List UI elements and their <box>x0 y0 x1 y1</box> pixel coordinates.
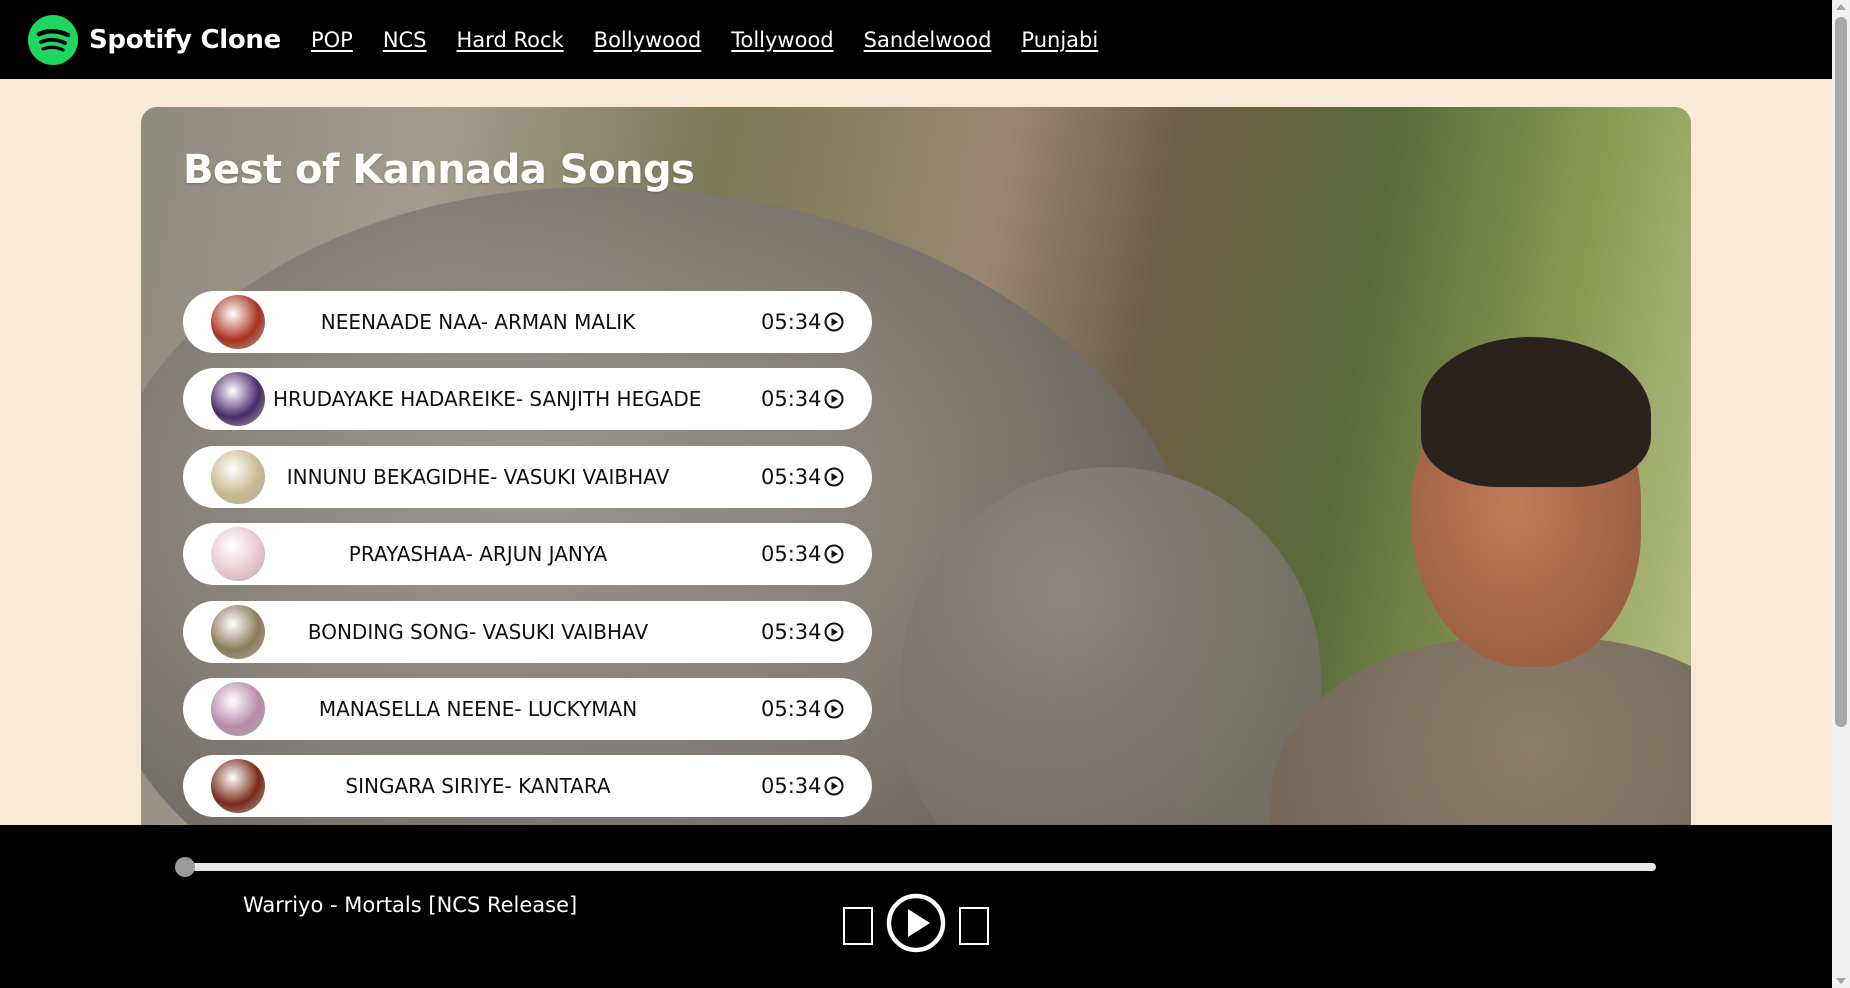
progress-bar[interactable] <box>183 863 1656 871</box>
song-item[interactable]: NEENAADE NAA- ARMAN MALIK 05:34 <box>183 291 872 353</box>
scroll-down-icon[interactable] <box>1836 978 1846 984</box>
song-duration: 05:34 <box>761 310 822 334</box>
page-scrollbar[interactable] <box>1832 0 1850 988</box>
scroll-up-icon[interactable] <box>1836 4 1846 10</box>
hero-person-shirt <box>1271 637 1691 825</box>
hero-person-image <box>1221 257 1691 825</box>
brand-name[interactable]: Spotify Clone <box>89 25 281 55</box>
song-cover-image <box>211 527 265 582</box>
play-circle-icon[interactable] <box>824 467 844 487</box>
song-item[interactable]: MANASELLA NEENE- LUCKYMAN 05:34 <box>183 677 872 740</box>
nav-link-tollywood[interactable]: Tollywood <box>731 28 833 52</box>
page-title: Best of Kannada Songs <box>183 147 695 193</box>
hero-person-hair <box>1421 337 1651 487</box>
nav-link-sandelwood[interactable]: Sandelwood <box>864 28 992 52</box>
play-circle-icon[interactable] <box>824 776 844 796</box>
progress-thumb[interactable] <box>175 857 195 877</box>
play-circle-icon[interactable] <box>824 389 844 409</box>
song-item[interactable]: INNUNU BEKAGIDHE- VASUKI VAIBHAV 05:34 <box>183 445 872 508</box>
navbar: Spotify Clone POP NCS Hard Rock Bollywoo… <box>0 0 1832 79</box>
song-title: NEENAADE NAA- ARMAN MALIK <box>320 310 636 334</box>
song-title: PRAYASHAA- ARJUN JANYA <box>348 542 608 567</box>
play-button-icon[interactable] <box>886 893 946 953</box>
play-circle-icon[interactable] <box>824 544 844 564</box>
bottom-player: Warriyo - Mortals [NCS Release] <box>0 825 1832 988</box>
song-title: MANASELLA NEENE- LUCKYMAN <box>318 696 638 721</box>
song-duration: 05:34 <box>761 696 822 721</box>
song-title: HRUDAYAKE HADAREIKE- SANJITH HEGADE <box>273 387 702 412</box>
song-cover-image <box>211 295 265 349</box>
song-item[interactable]: BONDING SONG- VASUKI VAIBHAV 05:34 <box>183 600 872 663</box>
now-playing-title: Warriyo - Mortals [NCS Release] <box>243 893 578 917</box>
play-circle-icon[interactable] <box>824 312 844 332</box>
song-duration: 05:34 <box>761 464 822 489</box>
song-cover-image <box>211 604 265 659</box>
song-duration: 05:34 <box>761 542 822 567</box>
spotify-logo-icon[interactable] <box>28 14 78 65</box>
nav-link-hard-rock[interactable]: Hard Rock <box>457 28 564 52</box>
play-circle-icon[interactable] <box>824 699 844 719</box>
hero-banner: Best of Kannada Songs NEENAADE NAA- ARMA… <box>141 107 1691 825</box>
song-cover-image <box>211 681 265 736</box>
song-duration: 05:34 <box>761 619 822 644</box>
nav-link-pop[interactable]: POP <box>311 28 353 52</box>
song-item[interactable]: HRUDAYAKE HADAREIKE- SANJITH HEGADE 05:3… <box>183 368 872 431</box>
play-circle-icon[interactable] <box>824 622 844 642</box>
song-title: INNUNU BEKAGIDHE- VASUKI VAIBHAV <box>286 464 670 489</box>
scroll-thumb[interactable] <box>1835 17 1847 727</box>
song-cover-image <box>211 449 265 504</box>
nav-link-punjabi[interactable]: Punjabi <box>1021 28 1098 52</box>
nav-links: POP NCS Hard Rock Bollywood Tollywood Sa… <box>311 28 1128 52</box>
next-button[interactable] <box>959 907 989 945</box>
song-item[interactable]: SINGARA SIRIYE- KANTARA 05:34 <box>183 755 872 818</box>
song-duration: 05:34 <box>761 774 822 799</box>
previous-button[interactable] <box>843 907 873 945</box>
nav-link-ncs[interactable]: NCS <box>383 28 427 52</box>
song-title: BONDING SONG- VASUKI VAIBHAV <box>307 619 649 644</box>
song-title: SINGARA SIRIYE- KANTARA <box>345 774 611 799</box>
song-list: NEENAADE NAA- ARMAN MALIK 05:34 HRUDAYAK… <box>183 291 872 825</box>
nav-link-bollywood[interactable]: Bollywood <box>594 28 702 52</box>
song-item[interactable]: PRAYASHAA- ARJUN JANYA 05:34 <box>183 523 872 586</box>
song-cover-image <box>211 759 265 814</box>
song-duration: 05:34 <box>761 387 822 412</box>
song-cover-image <box>211 372 265 427</box>
